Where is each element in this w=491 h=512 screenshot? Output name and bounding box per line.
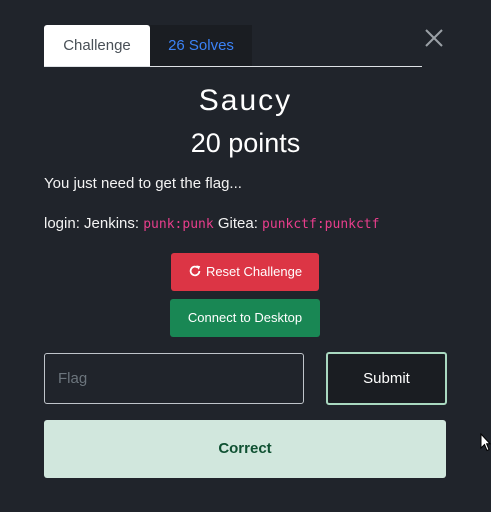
correct-alert: Correct — [44, 420, 446, 478]
challenge-modal: Challenge 26 Solves Saucy 20 points You … — [0, 0, 491, 512]
jenkins-credentials: punk:punk — [143, 217, 214, 232]
connect-desktop-button[interactable]: Connect to Desktop — [170, 299, 320, 337]
challenge-title: Saucy — [198, 84, 293, 117]
mouse-cursor-icon — [480, 433, 491, 452]
login-info: login: Jenkins: punk:punk Gitea: punkctf… — [44, 215, 379, 232]
gitea-credentials: punkctf:punkctf — [262, 217, 380, 232]
login-prefix: login: Jenkins: — [44, 215, 144, 232]
challenge-points: 20 points — [190, 128, 301, 158]
reset-label: Reset Challenge — [205, 264, 303, 279]
flag-input[interactable] — [44, 353, 304, 404]
tab-bar: Challenge 26 Solves — [44, 25, 422, 67]
submit-button[interactable]: Submit — [326, 352, 447, 405]
tab-challenge[interactable]: Challenge — [44, 25, 150, 66]
challenge-description: You just need to get the flag... — [44, 175, 242, 192]
gitea-label: Gitea: — [213, 215, 263, 232]
reset-challenge-button[interactable]: Reset Challenge — [171, 253, 319, 291]
close-icon — [425, 29, 443, 47]
refresh-icon — [189, 265, 201, 277]
close-button[interactable] — [423, 27, 445, 49]
tab-solves[interactable]: 26 Solves — [150, 25, 252, 66]
